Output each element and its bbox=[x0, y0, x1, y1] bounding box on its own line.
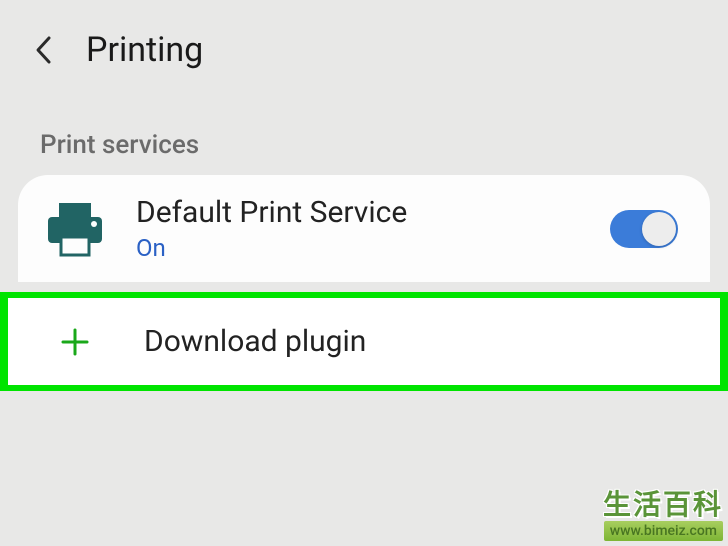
download-label: Download plugin bbox=[144, 324, 366, 359]
watermark-url: www.bimeiz.com bbox=[604, 521, 723, 541]
page-title: Printing bbox=[86, 30, 203, 70]
plus-icon bbox=[60, 327, 90, 357]
printer-icon bbox=[46, 201, 104, 257]
service-row-default[interactable]: Default Print Service On bbox=[18, 175, 710, 282]
service-name: Default Print Service bbox=[136, 195, 578, 230]
service-status: On bbox=[136, 234, 578, 262]
toggle-knob bbox=[642, 212, 676, 246]
services-card: Default Print Service On bbox=[18, 175, 710, 282]
download-plugin-row[interactable]: Download plugin bbox=[8, 298, 720, 385]
service-info: Default Print Service On bbox=[136, 195, 578, 262]
watermark: 生活百科 www.bimeiz.com bbox=[603, 491, 723, 541]
download-highlight: Download plugin bbox=[0, 292, 728, 391]
header: Printing bbox=[0, 0, 728, 95]
watermark-cn: 生活百科 bbox=[603, 491, 723, 519]
back-icon[interactable] bbox=[32, 38, 56, 62]
section-label: Print services bbox=[0, 95, 728, 175]
service-toggle[interactable] bbox=[610, 210, 678, 248]
